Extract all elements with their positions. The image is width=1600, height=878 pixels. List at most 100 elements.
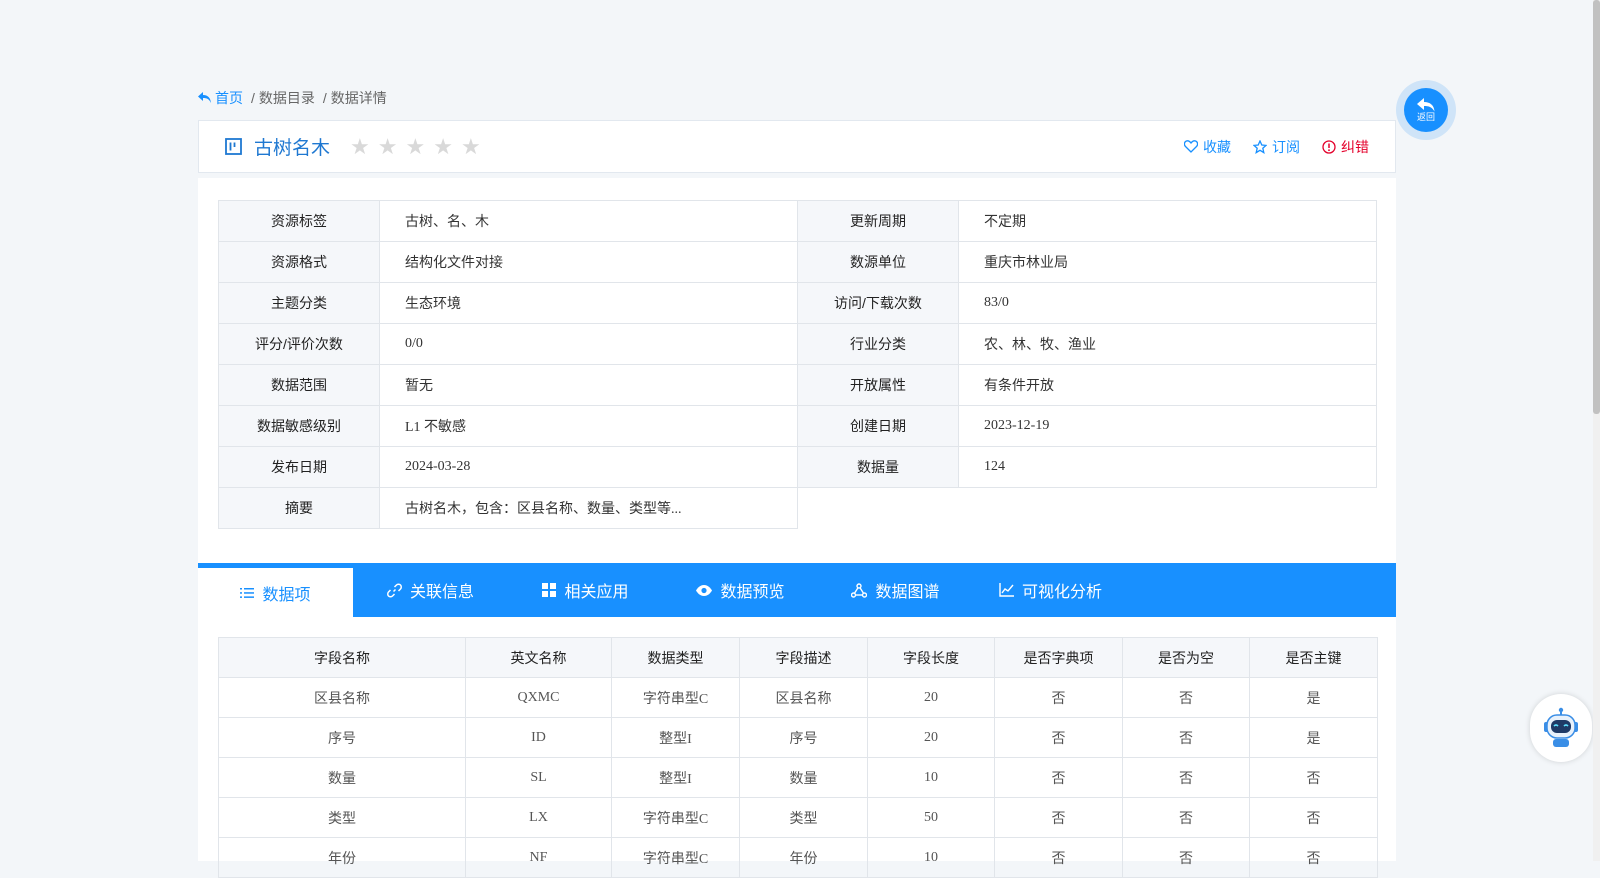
info-label: 摘要 <box>218 487 380 529</box>
table-cell: 字符串型C <box>611 677 740 718</box>
return-arrow-icon <box>1417 98 1435 112</box>
info-label: 行业分类 <box>797 323 959 365</box>
table-row: 区县名称 QXMC 字符串型C 区县名称 20 否 否 是 <box>218 677 1378 718</box>
tab-label: 关联信息 <box>409 584 474 601</box>
table-cell: 区县名称 <box>739 677 868 718</box>
info-row: 评分/评价次数 0/0 行业分类 农、林、牧、渔业 <box>218 323 1377 365</box>
breadcrumb-detail: 数据详情 <box>330 90 387 106</box>
info-empty-cell <box>798 488 1377 529</box>
page-title: 古树名木 <box>254 138 331 159</box>
tab-label: 数据预览 <box>720 584 785 601</box>
table-cell: 否 <box>994 757 1123 798</box>
favorite-button[interactable]: 收藏 <box>1184 137 1231 157</box>
info-label: 主题分类 <box>218 282 380 324</box>
breadcrumb-home[interactable]: 首页 <box>198 88 243 108</box>
favorite-label: 收藏 <box>1203 138 1231 155</box>
info-value: 农、林、牧、渔业 <box>958 323 1377 365</box>
info-row: 数据敏感级别 L1 不敏感 创建日期 2023-12-19 <box>218 405 1377 447</box>
info-value: 有条件开放 <box>958 364 1377 406</box>
back-button-inner: 返回 <box>1404 88 1448 132</box>
info-label: 数据敏感级别 <box>218 405 380 447</box>
star-icon[interactable]: ★ <box>461 135 481 158</box>
info-row: 发布日期 2024-03-28 数据量 124 <box>218 446 1377 488</box>
table-cell: 类型 <box>739 797 868 838</box>
robot-assistant-button[interactable] <box>1530 694 1592 762</box>
tab-data-preview[interactable]: 数据预览 <box>663 563 818 617</box>
table-cell: 否 <box>1122 797 1250 838</box>
table-cell: 序号 <box>739 717 868 758</box>
tab-label: 数据图谱 <box>875 584 940 601</box>
table-cell: 年份 <box>218 837 466 878</box>
column-header: 字段长度 <box>867 637 995 678</box>
breadcrumb-separator: / <box>322 90 327 106</box>
heart-icon <box>1184 140 1198 153</box>
breadcrumb-separator: / <box>251 90 255 106</box>
table-cell: 否 <box>1122 677 1250 718</box>
star-icon[interactable]: ★ <box>433 135 453 158</box>
table-cell: 区县名称 <box>218 677 466 718</box>
info-row: 摘要 古树名木，包含：区县名称、数量、类型等... <box>218 487 1377 529</box>
table-row: 年份 NF 字符串型C 年份 10 否 否 否 <box>218 837 1378 878</box>
list-icon <box>240 587 255 598</box>
action-bar: 收藏 订阅 纠错 <box>1184 137 1369 157</box>
report-error-button[interactable]: 纠错 <box>1322 137 1369 157</box>
table-header-row: 字段名称 英文名称 数据类型 字段描述 字段长度 是否字典项 是否为空 是否主键 <box>218 637 1378 678</box>
back-button-label: 返回 <box>1416 112 1435 122</box>
info-value: 古树、名、木 <box>379 200 798 242</box>
tab-related-apps[interactable]: 相关应用 <box>508 563 663 617</box>
graph-icon <box>851 582 868 598</box>
info-value: 2023-12-19 <box>958 405 1377 447</box>
column-header: 是否为空 <box>1122 637 1250 678</box>
scrollbar-thumb[interactable] <box>1593 0 1600 414</box>
info-label: 评分/评价次数 <box>218 323 380 365</box>
tab-label: 可视化分析 <box>1021 584 1102 601</box>
table-cell: 10 <box>867 757 995 798</box>
star-outline-icon <box>1253 139 1267 154</box>
table-cell: 是 <box>1249 677 1378 718</box>
table-cell: 否 <box>1122 717 1250 758</box>
info-label: 更新周期 <box>797 200 959 242</box>
info-value: 重庆市林业局 <box>958 241 1377 283</box>
table-cell: 否 <box>1249 837 1378 878</box>
title-bar: 古树名木 ★ ★ ★ ★ ★ 收藏 订阅 纠错 <box>198 120 1396 173</box>
table-cell: ID <box>465 717 612 758</box>
table-cell: 否 <box>1249 757 1378 798</box>
star-icon[interactable]: ★ <box>405 135 425 158</box>
info-label: 数据范围 <box>218 364 380 406</box>
back-button[interactable]: 返回 <box>1396 80 1456 140</box>
reply-arrow-icon <box>198 92 211 103</box>
table-cell: 50 <box>867 797 995 838</box>
info-row: 数据范围 暂无 开放属性 有条件开放 <box>218 364 1377 406</box>
table-cell: 否 <box>1122 837 1250 878</box>
table-cell: 否 <box>994 717 1123 758</box>
info-table: 资源标签 古树、名、木 更新周期 不定期 资源格式 结构化文件对接 数源单位 重… <box>218 200 1377 529</box>
tab-data-graph[interactable]: 数据图谱 <box>818 563 973 617</box>
breadcrumb-catalog[interactable]: 数据目录 <box>259 88 315 108</box>
star-icon[interactable]: ★ <box>378 135 398 158</box>
info-value: 2024-03-28 <box>379 446 798 488</box>
table-cell: 年份 <box>739 837 868 878</box>
info-value: 生态环境 <box>379 282 798 324</box>
info-value: 83/0 <box>958 282 1377 324</box>
table-cell: 字符串型C <box>611 797 740 838</box>
tab-label: 相关应用 <box>564 584 629 601</box>
table-cell: 是 <box>1249 717 1378 758</box>
star-icon[interactable]: ★ <box>350 135 370 158</box>
table-cell: 20 <box>867 677 995 718</box>
column-header: 英文名称 <box>465 637 612 678</box>
table-cell: 10 <box>867 837 995 878</box>
column-header: 字段描述 <box>739 637 868 678</box>
content-panel: 资源标签 古树、名、木 更新周期 不定期 资源格式 结构化文件对接 数源单位 重… <box>198 178 1396 878</box>
tab-visual-analysis[interactable]: 可视化分析 <box>973 563 1128 617</box>
link-icon <box>386 583 402 597</box>
table-cell: 20 <box>867 717 995 758</box>
table-cell: 序号 <box>218 717 466 758</box>
subscribe-button[interactable]: 订阅 <box>1253 137 1300 157</box>
table-cell: 否 <box>1122 757 1250 798</box>
tab-data-items[interactable]: 数据项 <box>198 563 353 617</box>
report-error-label: 纠错 <box>1341 138 1369 155</box>
eye-icon <box>696 584 713 596</box>
page-scrollbar[interactable] <box>1593 0 1600 861</box>
table-cell: NF <box>465 837 612 878</box>
tab-related-info[interactable]: 关联信息 <box>353 563 508 617</box>
